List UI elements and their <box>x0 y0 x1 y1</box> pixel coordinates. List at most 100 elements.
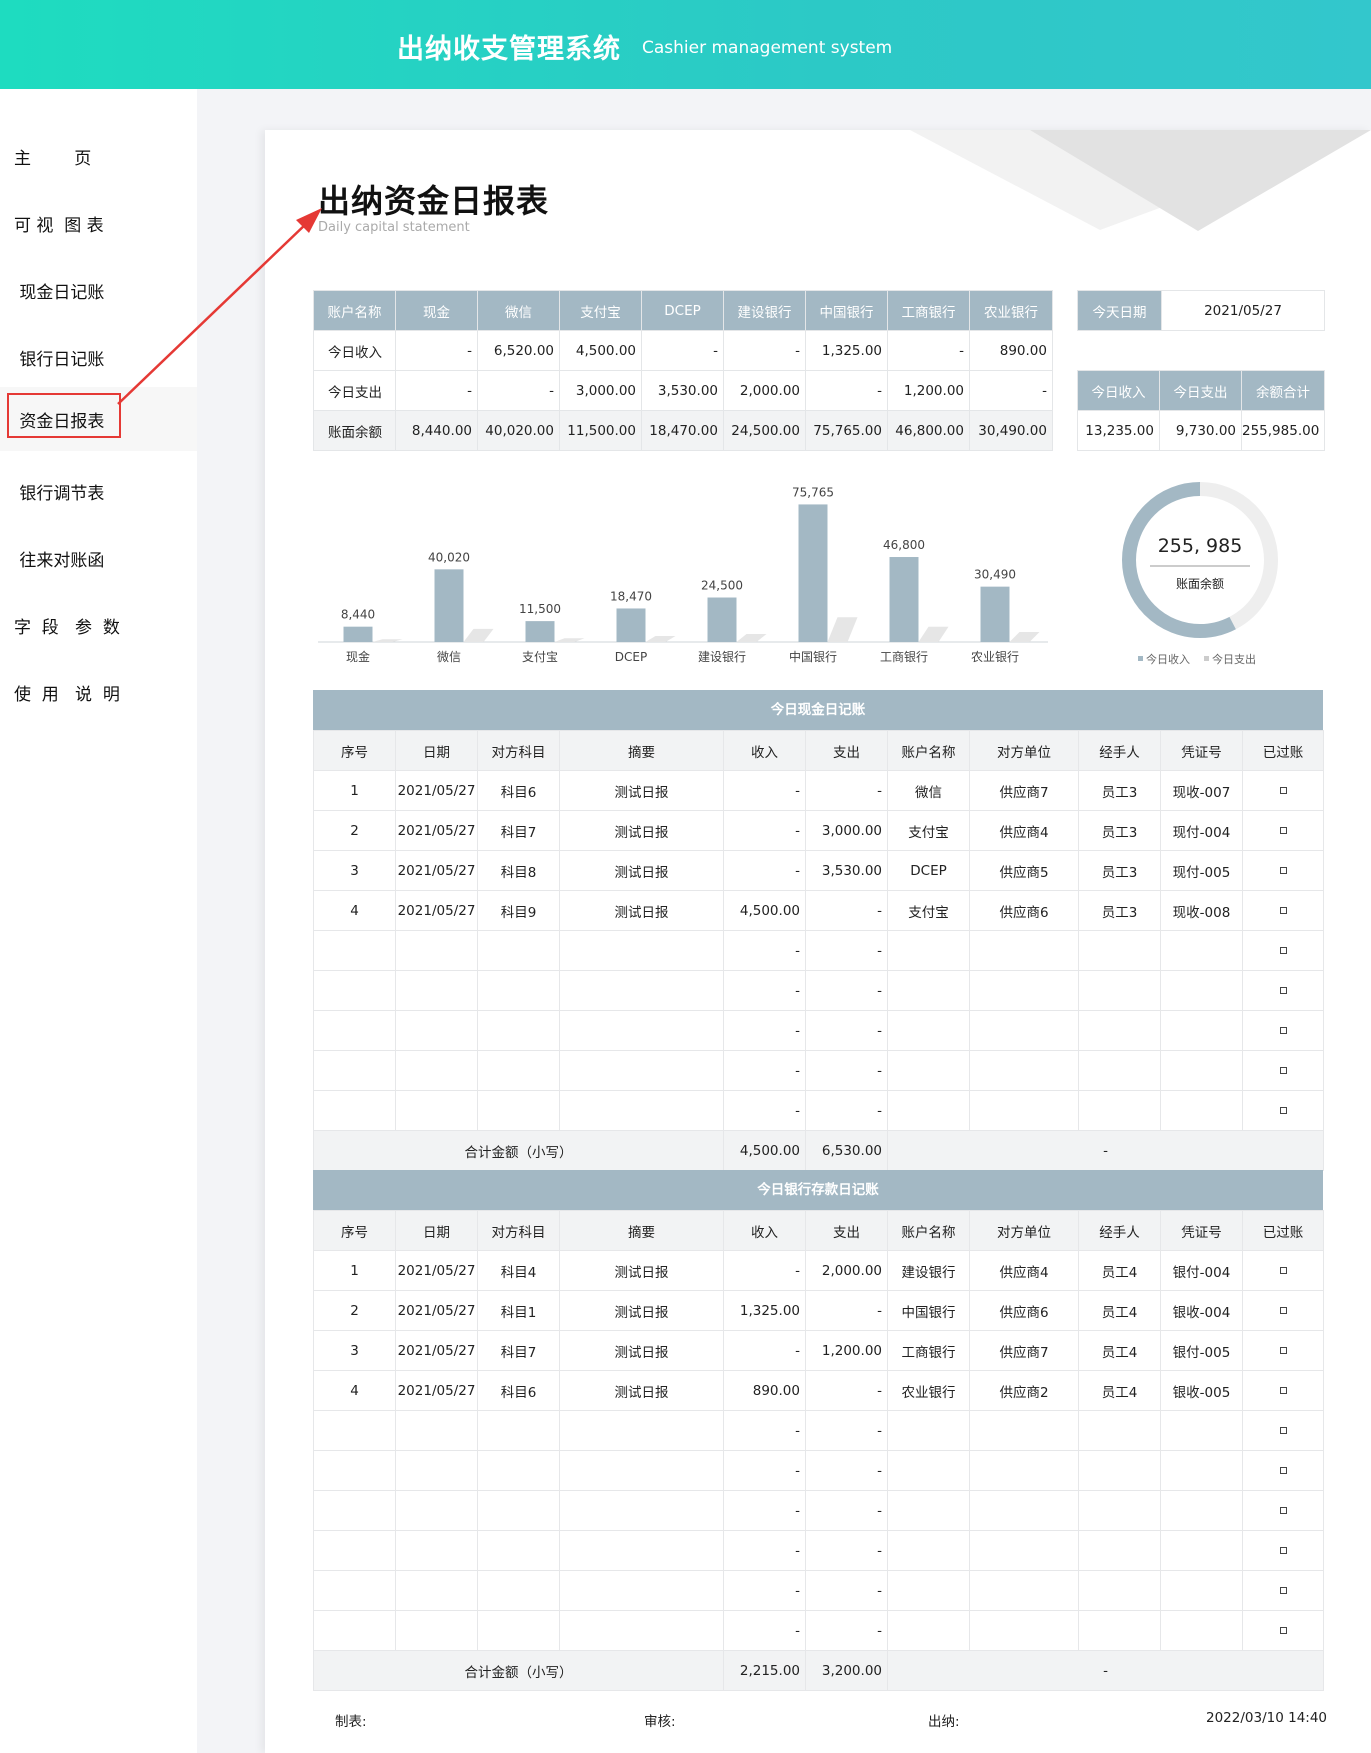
table-row: -- <box>313 1450 1324 1491</box>
table-cell: 供应商6 <box>969 890 1079 931</box>
sum-row: 合计金额（小写） 2,215.00 3,200.00- <box>313 1650 1324 1691</box>
table-cell: 员工3 <box>1078 850 1161 891</box>
sidebar-item-instructions[interactable]: 使 用 说 明 <box>0 660 197 724</box>
table-row: 2 2021/05/27 科目7 测试日报 -3,000.00 支付宝 供应商4 员工3 现付-… <box>313 810 1324 851</box>
table-row: 1 2021/05/27 科目6 测试日报 - - 微信 供应商7 员工3 现收-007 <box>313 770 1324 811</box>
table-cell: - <box>723 1530 806 1571</box>
posted-checkbox-cell <box>1242 930 1324 971</box>
column-header: 账户名称 <box>887 1210 970 1251</box>
posted-checkbox-cell <box>1242 850 1324 891</box>
table-cell <box>395 1490 478 1531</box>
table-cell: 测试日报 <box>559 1330 724 1371</box>
checkbox[interactable] <box>1279 1627 1287 1634</box>
cell: - <box>641 330 724 371</box>
sidebar-item-confirmation-letter[interactable]: 往来对账函 <box>0 526 197 590</box>
sidebar-item-bank-reconciliation[interactable]: 银行调节表 <box>0 459 197 523</box>
table-cell <box>477 1530 560 1571</box>
table-cell <box>477 1050 560 1091</box>
posted-checkbox-cell <box>1242 1610 1324 1651</box>
table-cell <box>395 1090 478 1131</box>
bar-shadow <box>554 638 585 642</box>
table-cell <box>1078 1490 1161 1531</box>
table-cell <box>395 930 478 971</box>
cell: 8,440.00 <box>395 410 478 451</box>
posted-checkbox-cell <box>1242 890 1324 931</box>
sidebar-item-charts[interactable]: 可 视 图 表 <box>0 191 197 255</box>
table-cell: 测试日报 <box>559 890 724 931</box>
today-date-value[interactable]: 2021/05/27 <box>1161 290 1325 331</box>
bar <box>616 608 646 642</box>
cell: 18,470.00 <box>641 410 724 451</box>
cell: 75,765.00 <box>805 410 888 451</box>
checkbox[interactable] <box>1279 1347 1287 1354</box>
summary-header: 账户名称 <box>313 290 396 331</box>
checkbox[interactable] <box>1279 987 1287 994</box>
column-header: 序号 <box>313 730 396 771</box>
checkbox[interactable] <box>1279 787 1287 794</box>
checkbox[interactable] <box>1279 947 1287 954</box>
table-cell <box>559 930 724 971</box>
table-cell: - <box>723 970 806 1011</box>
table-cell: 2021/05/27 <box>395 1250 478 1291</box>
cell: 2,000.00 <box>723 370 806 411</box>
column-header: 对方科目 <box>477 1210 560 1251</box>
checkbox[interactable] <box>1279 1067 1287 1074</box>
checkbox[interactable] <box>1279 1387 1287 1394</box>
sidebar-item-bank-journal[interactable]: 银行日记账 <box>0 325 197 389</box>
table-cell <box>969 1090 1079 1131</box>
table-cell: - <box>723 1570 806 1611</box>
checkbox[interactable] <box>1279 1547 1287 1554</box>
posted-checkbox-cell <box>1242 1570 1324 1611</box>
cell: 40,020.00 <box>477 410 560 451</box>
table-cell <box>313 1090 396 1131</box>
posted-checkbox-cell <box>1242 1450 1324 1491</box>
posted-checkbox-cell <box>1242 770 1324 811</box>
table-cell <box>313 1490 396 1531</box>
posted-checkbox-cell <box>1242 1050 1324 1091</box>
checkbox[interactable] <box>1279 867 1287 874</box>
table-cell: 科目7 <box>477 810 560 851</box>
table-cell <box>313 1010 396 1051</box>
table-cell <box>1078 1410 1161 1451</box>
bar-shadow <box>645 635 676 642</box>
checkbox[interactable] <box>1279 1587 1287 1594</box>
posted-checkbox-cell <box>1242 1370 1324 1411</box>
sidebar-item-home[interactable]: 主 页 <box>0 124 197 188</box>
checkbox[interactable] <box>1279 1267 1287 1274</box>
checkbox[interactable] <box>1279 1307 1287 1314</box>
table-row: 3 2021/05/27 科目8 测试日报 -3,530.00 DCEP 供应商5 员工3 现付… <box>313 850 1324 891</box>
table-cell: 银付-004 <box>1160 1250 1243 1291</box>
table-cell: 科目1 <box>477 1290 560 1331</box>
checkbox[interactable] <box>1279 1427 1287 1434</box>
table-cell: 现收-007 <box>1160 770 1243 811</box>
posted-checkbox-cell <box>1242 1410 1324 1451</box>
column-header: 经手人 <box>1078 730 1161 771</box>
sidebar-item-field-params[interactable]: 字 段 参 数 <box>0 593 197 657</box>
footer-timestamp: 2022/03/10 14:40 <box>1206 1710 1328 1726</box>
today-date-label: 今天日期 <box>1077 290 1162 331</box>
checkbox[interactable] <box>1279 827 1287 834</box>
table-cell: 2021/05/27 <box>395 850 478 891</box>
table-cell: 测试日报 <box>559 1290 724 1331</box>
checkbox[interactable] <box>1279 1507 1287 1514</box>
checkbox[interactable] <box>1279 1107 1287 1114</box>
cell: 6,520.00 <box>477 330 560 371</box>
table-row: -- <box>313 1570 1324 1611</box>
legend-label: 今日收入 <box>1146 652 1190 666</box>
sidebar-item-daily-report[interactable]: 资金日报表 <box>0 387 197 451</box>
checkbox[interactable] <box>1279 907 1287 914</box>
totals-balance: 255,985.00 <box>1241 410 1325 451</box>
table-cell: - <box>723 770 806 811</box>
bar <box>889 557 919 642</box>
table-cell: 测试日报 <box>559 1370 724 1411</box>
page-title: 出纳资金日报表 <box>318 182 550 220</box>
checkbox[interactable] <box>1279 1467 1287 1474</box>
table-cell: 2021/05/27 <box>395 770 478 811</box>
table-cell <box>969 970 1079 1011</box>
footer-maker: 制表: <box>335 1714 367 1730</box>
summary-header: 建设银行 <box>723 290 806 331</box>
table-cell <box>395 1450 478 1491</box>
checkbox[interactable] <box>1279 1027 1287 1034</box>
totals-header: 余额合计 <box>1241 370 1325 411</box>
sidebar-item-cash-journal[interactable]: 现金日记账 <box>0 258 197 322</box>
